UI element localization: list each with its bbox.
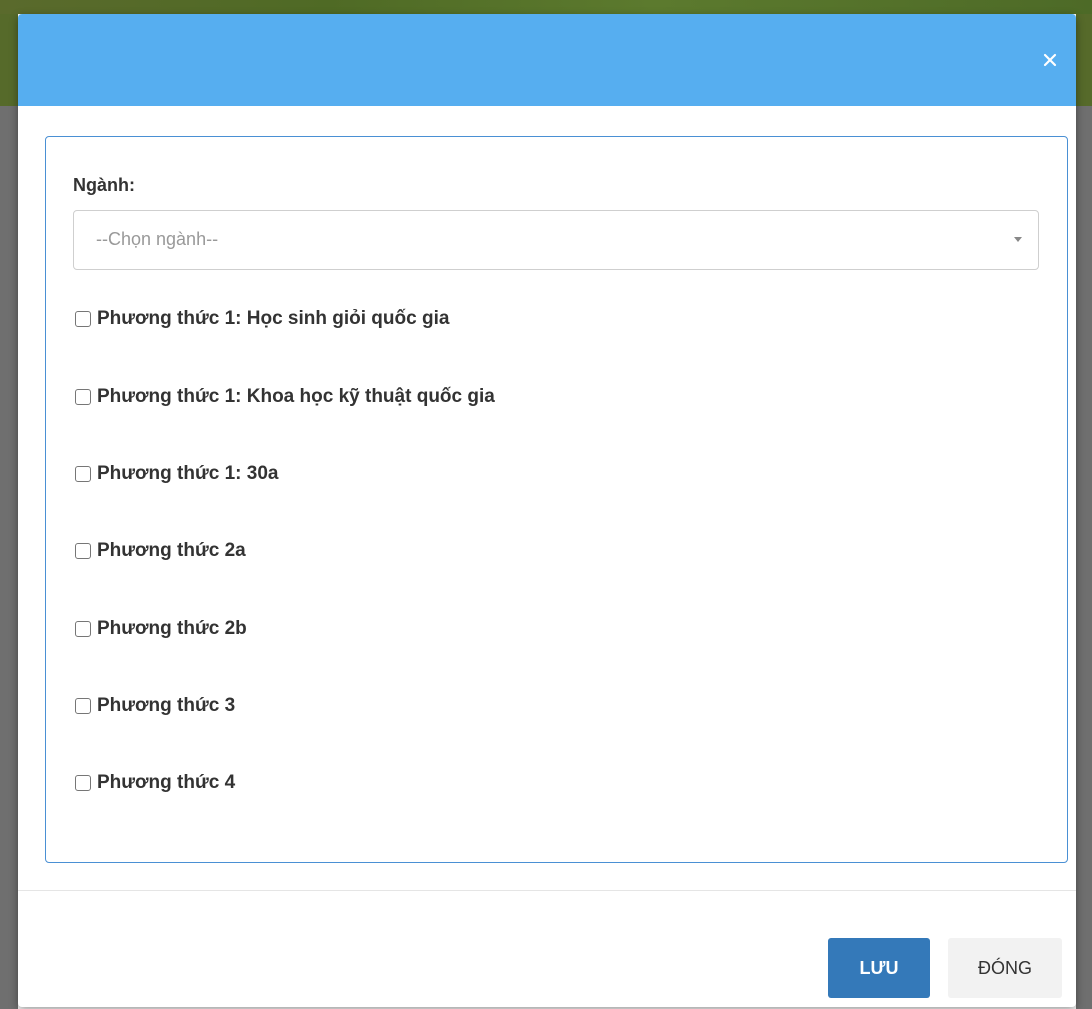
option-method-1-30a[interactable]: Phương thức 1: 30a <box>75 463 278 485</box>
option-method-2b[interactable]: Phương thức 2b <box>75 618 247 640</box>
modal-header <box>18 14 1076 106</box>
checkbox[interactable] <box>75 698 91 714</box>
modal-dialog: Ngành: --Chọn ngành-- Phương thức 1: Học… <box>18 14 1076 1007</box>
option-label: Phương thức 3 <box>97 695 236 716</box>
checkbox[interactable] <box>75 311 91 327</box>
option-method-2a[interactable]: Phương thức 2a <box>75 540 246 562</box>
save-button[interactable]: LƯU <box>828 938 930 998</box>
option-label: Phương thức 1: 30a <box>97 463 279 484</box>
checkbox[interactable] <box>75 543 91 559</box>
option-label: Phương thức 2a <box>97 540 246 561</box>
major-select-placeholder: --Chọn ngành-- <box>96 229 219 249</box>
option-method-3[interactable]: Phương thức 3 <box>75 695 235 717</box>
option-method-1-national-science[interactable]: Phương thức 1: Khoa học kỹ thuật quốc gi… <box>75 386 495 408</box>
checkbox[interactable] <box>75 389 91 405</box>
chevron-down-icon <box>1014 237 1022 242</box>
option-label: Phương thức 1: Học sinh giỏi quốc gia <box>97 308 450 329</box>
major-select[interactable]: --Chọn ngành-- <box>73 210 1039 270</box>
option-method-4[interactable]: Phương thức 4 <box>75 772 235 794</box>
option-label: Phương thức 1: Khoa học kỹ thuật quốc gi… <box>97 386 495 407</box>
major-label: Ngành: <box>73 175 135 195</box>
checkbox[interactable] <box>75 621 91 637</box>
checkbox[interactable] <box>75 775 91 791</box>
footer-divider <box>18 890 1076 891</box>
background-left-strip <box>0 14 18 1009</box>
close-dialog-button[interactable]: ĐÓNG <box>948 938 1062 998</box>
form-panel: Ngành: --Chọn ngành-- Phương thức 1: Học… <box>45 136 1068 863</box>
close-icon <box>1043 53 1057 67</box>
checkbox[interactable] <box>75 466 91 482</box>
option-method-1-national-excellent[interactable]: Phương thức 1: Học sinh giỏi quốc gia <box>75 308 449 330</box>
option-label: Phương thức 2b <box>97 618 247 639</box>
close-button[interactable] <box>1034 44 1066 76</box>
background-banner <box>0 0 1092 14</box>
background-right-strip <box>1076 14 1092 1009</box>
option-label: Phương thức 4 <box>97 772 236 793</box>
